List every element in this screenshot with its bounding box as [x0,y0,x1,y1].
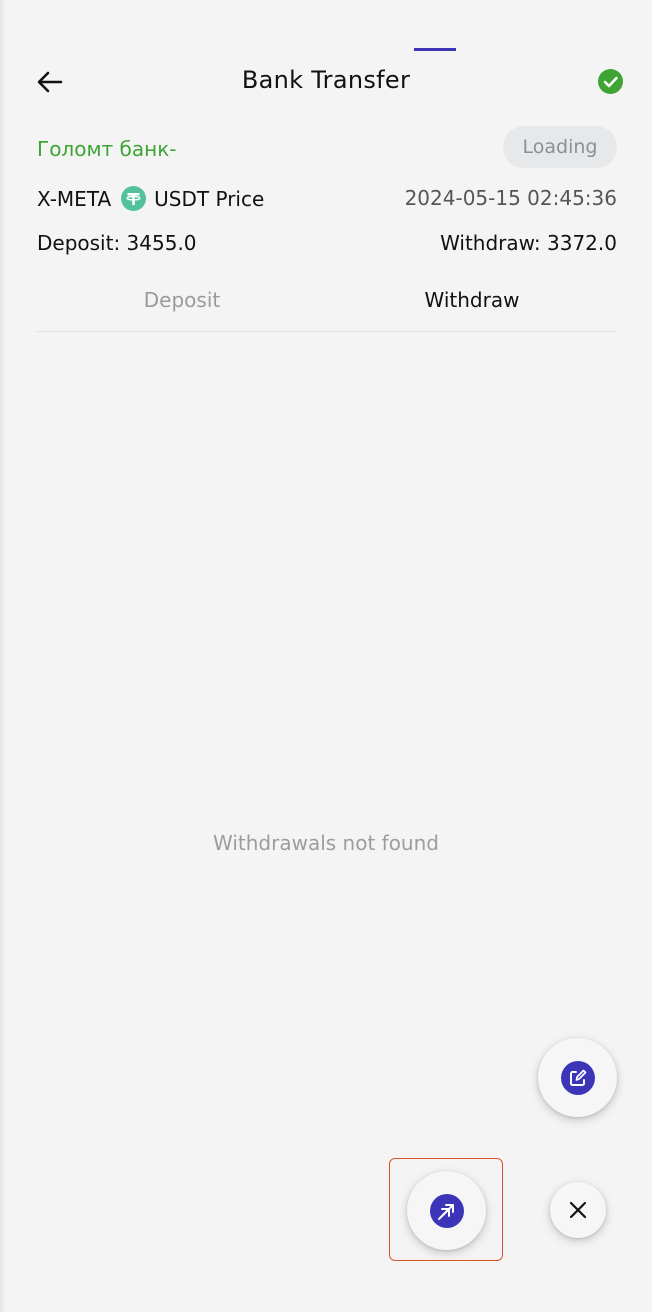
arrow-up-right-icon [429,1193,464,1228]
edit-button[interactable] [538,1038,617,1117]
close-button[interactable] [550,1182,606,1238]
tether-icon [121,186,147,211]
loading-badge: Loading [503,126,617,168]
page-title: Bank Transfer [241,66,411,94]
price-label: X-META USDT Price [37,186,264,211]
screen-edge [0,0,6,1312]
edit-icon [560,1060,595,1095]
withdraw-rate: Withdraw: 3372.0 [440,231,617,255]
price-timestamp: 2024-05-15 02:45:36 [404,186,617,210]
empty-state-message: Withdrawals not found [213,831,439,855]
tab-deposit[interactable]: Deposit [37,288,327,312]
deposit-rate: Deposit: 3455.0 [37,231,197,255]
tab-withdraw[interactable]: Withdraw [327,288,617,312]
header: Bank Transfer [0,58,652,106]
active-tab-indicator [414,48,456,51]
close-icon [569,1201,587,1219]
withdraw-action-button[interactable] [407,1171,486,1250]
tab-bar: Deposit Withdraw [37,280,617,332]
price-caption: USDT Price [154,186,265,211]
check-circle-icon [598,69,623,94]
asset-name: X-META [37,186,112,211]
bank-name: Голомт банк- [37,137,177,161]
